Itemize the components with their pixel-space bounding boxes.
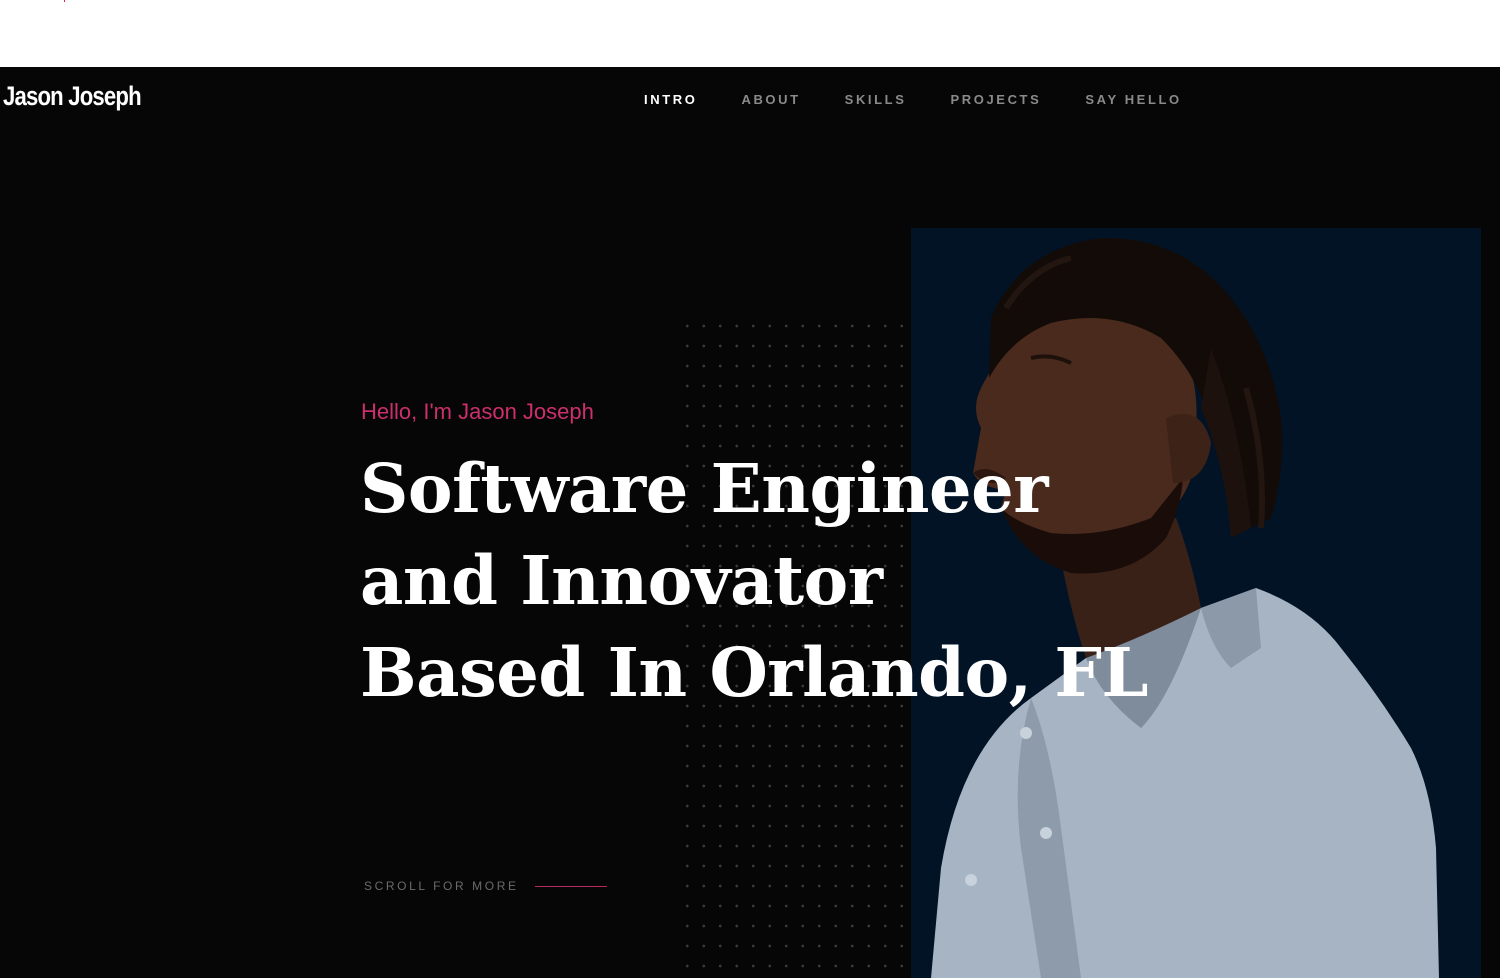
headline-line-2: and Innovator <box>360 541 883 620</box>
nav-item-say-hello[interactable]: SAY HELLO <box>1085 92 1181 107</box>
site-page: Jason Joseph INTRO ABOUT SKILLS PROJECTS… <box>0 67 1501 978</box>
nav-item-projects[interactable]: PROJECTS <box>951 92 1042 107</box>
scroll-line <box>534 885 607 887</box>
headline-line-1: Software Engineer <box>360 449 1049 528</box>
nav-item-intro[interactable]: INTRO <box>644 92 697 107</box>
decorative-dot <box>64 0 65 2</box>
hero-headline: Software Engineer and Innovator Based In… <box>360 443 1149 719</box>
site-logo[interactable]: Jason Joseph <box>3 81 142 112</box>
scroll-label: SCROLL FOR MORE <box>364 879 519 893</box>
top-strip <box>0 0 1501 67</box>
headline-line-3: Based In Orlando, FL <box>360 633 1149 712</box>
scroll-indicator[interactable]: SCROLL FOR MORE <box>364 879 607 893</box>
nav-item-about[interactable]: ABOUT <box>741 92 800 107</box>
hero-greeting: Hello, I'm Jason Joseph <box>361 399 594 424</box>
main-nav: INTRO ABOUT SKILLS PROJECTS SAY HELLO <box>644 92 1226 107</box>
nav-item-skills[interactable]: SKILLS <box>845 92 907 107</box>
